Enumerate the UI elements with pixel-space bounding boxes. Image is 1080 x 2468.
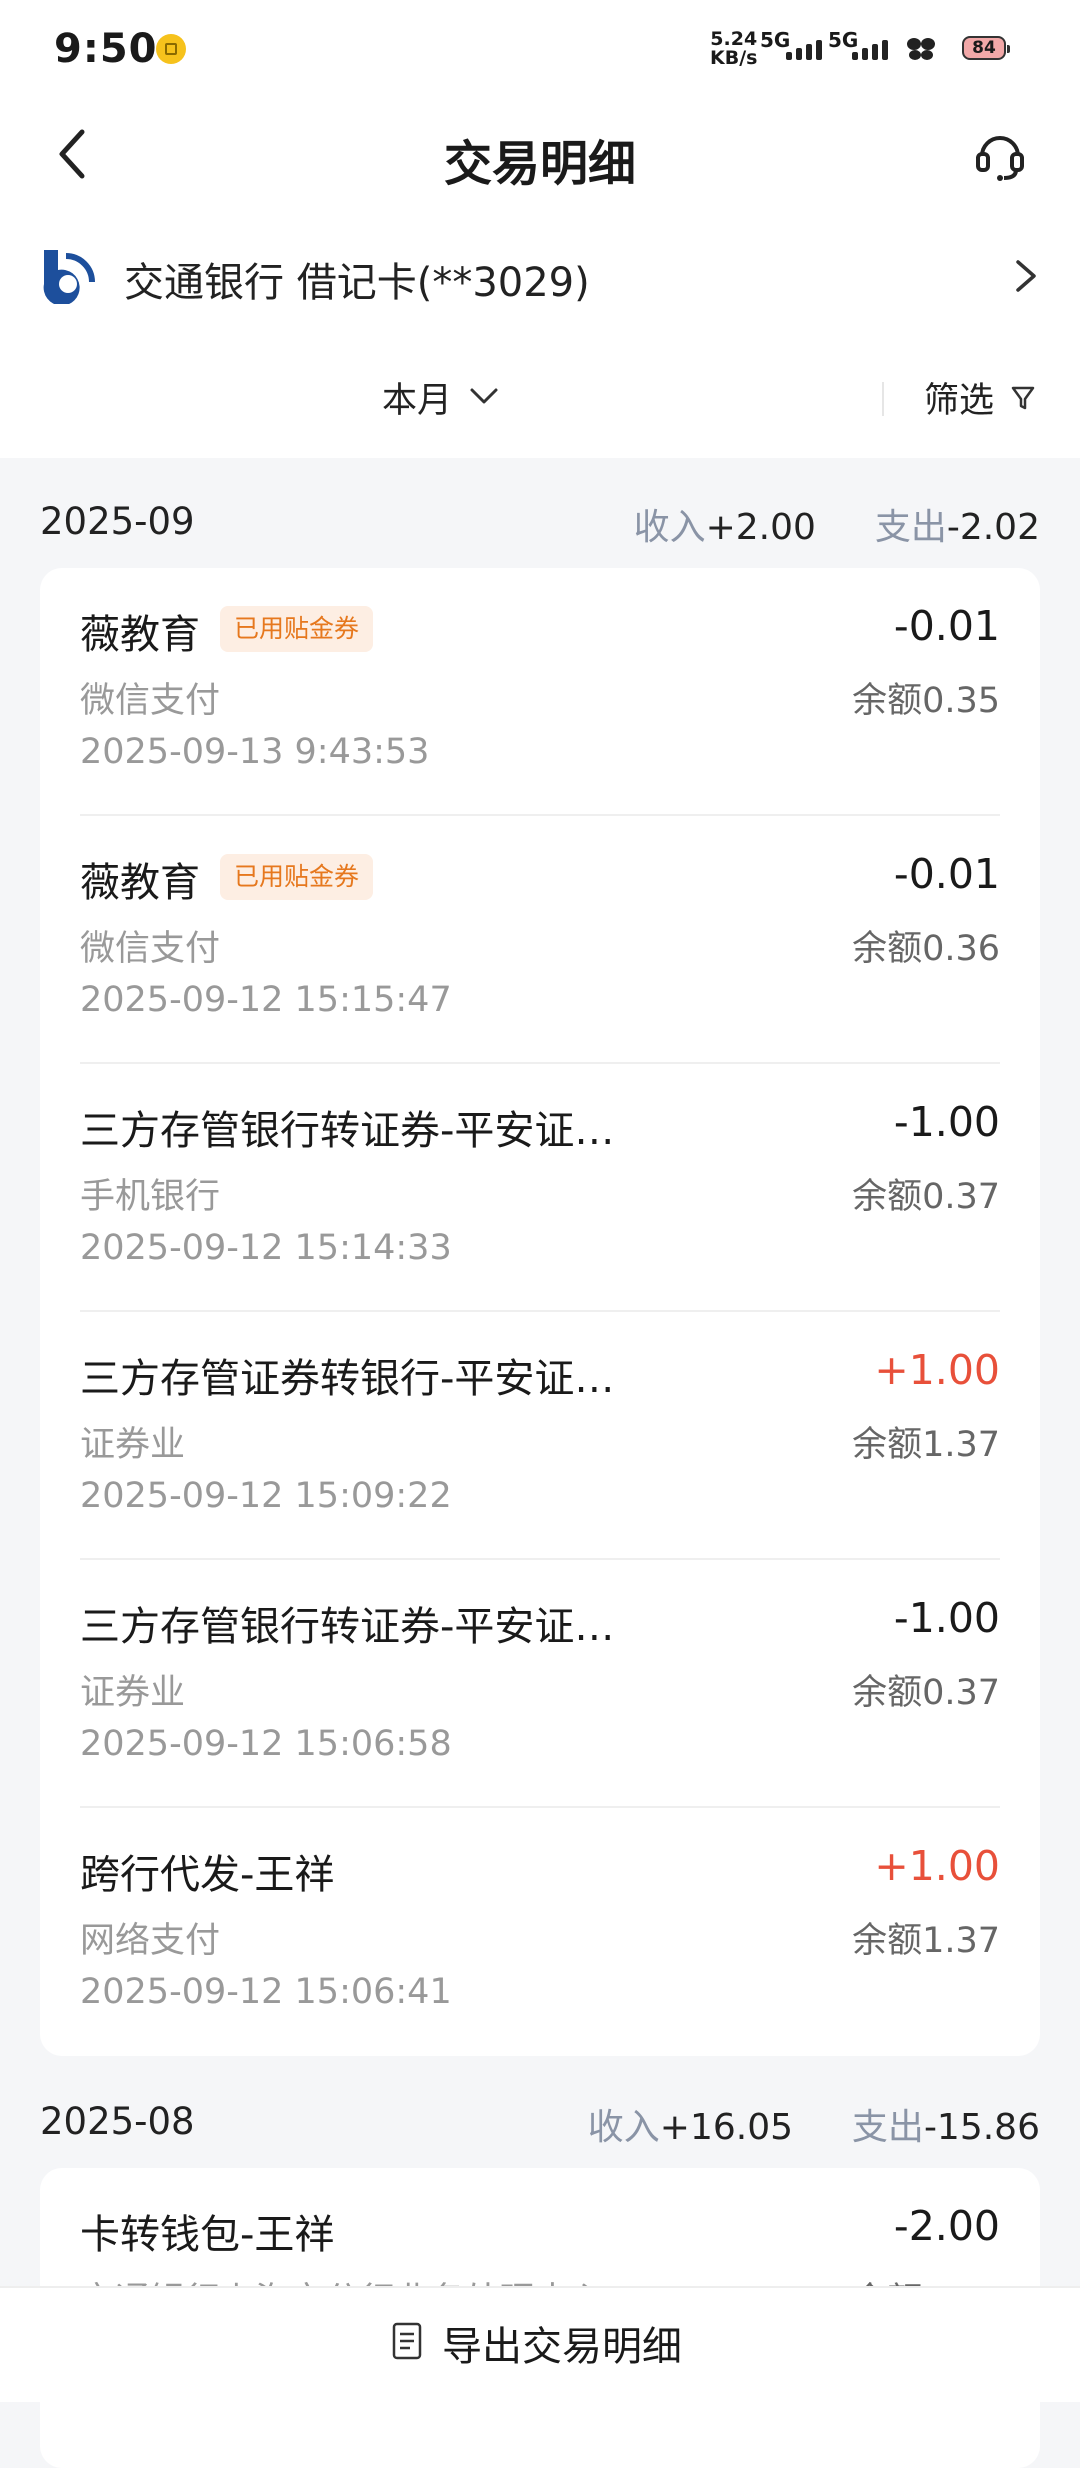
- transaction-time: 2025-09-12 15:06:58: [80, 1724, 452, 1764]
- export-button[interactable]: 导出交易明细: [0, 2286, 1080, 2402]
- transaction-amount: -1.00: [893, 1098, 1000, 1146]
- transaction-row[interactable]: 跨行代发-王祥 网络支付 2025-09-12 15:06:41 +1.00 余…: [40, 1808, 1040, 2056]
- transaction-channel: 微信支付: [80, 929, 221, 969]
- expense-label: 支出: [874, 507, 947, 548]
- transaction-balance: 余额0.37: [852, 1177, 1000, 1217]
- transaction-balance: 余额1.37: [852, 1921, 1000, 1961]
- transaction-row[interactable]: 薇教育 已用贴金券 微信支付 2025-09-13 9:43:53 -0.01 …: [40, 568, 1040, 816]
- transaction-balance: 余额0.37: [852, 1673, 1000, 1713]
- income-label: 收入: [633, 507, 706, 548]
- transaction-list: 薇教育 已用贴金券 微信支付 2025-09-13 9:43:53 -0.01 …: [40, 568, 1040, 2056]
- transaction-name: 卡转钱包-王祥: [80, 2212, 335, 2258]
- transaction-name: 三方存管银行转证券-平安证…: [80, 1604, 615, 1650]
- battery-icon: 84: [962, 36, 1010, 60]
- transaction-channel: 证券业: [80, 1673, 186, 1713]
- notification-icon: [156, 34, 186, 64]
- transaction-time: 2025-09-12 15:09:22: [80, 1476, 452, 1516]
- transaction-amount: -1.00: [893, 1594, 1000, 1642]
- transaction-balance: 余额0.35: [852, 681, 1000, 721]
- filter-button[interactable]: 筛选: [924, 372, 994, 423]
- bank-logo-icon: [43, 250, 95, 304]
- account-name: 交通银行 借记卡(**3029): [124, 260, 590, 306]
- transaction-row[interactable]: 三方存管银行转证券-平安证… 证券业 2025-09-12 15:06:58 -…: [40, 1560, 1040, 1808]
- transaction-channel: 网络支付: [80, 1921, 221, 1961]
- transaction-name: 跨行代发-王祥: [80, 1852, 335, 1898]
- expense-label: 支出: [851, 2107, 924, 2148]
- transaction-amount: +1.00: [874, 1346, 1000, 1394]
- account-selector[interactable]: 交通银行 借记卡(**3029): [0, 236, 1080, 322]
- income-value: +2.00: [705, 507, 816, 548]
- coupon-badge: 已用贴金券: [220, 606, 374, 652]
- transaction-channel: 手机银行: [80, 1177, 221, 1217]
- transaction-name: 薇教育: [80, 612, 200, 658]
- transaction-time: 2025-09-12 15:06:41: [80, 1972, 452, 2012]
- month-totals: 收入+16.05 支出-15.86: [588, 2098, 1040, 2150]
- chevron-down-icon[interactable]: [468, 384, 500, 408]
- transaction-balance: 余额1.37: [852, 1425, 1000, 1465]
- butterfly-icon: [907, 38, 935, 60]
- page-title: 交易明细: [443, 136, 636, 192]
- export-label: 导出交易明细: [442, 2324, 682, 2370]
- transaction-name: 三方存管银行转证券-平安证…: [80, 1108, 615, 1154]
- customer-service-icon[interactable]: [972, 126, 1028, 182]
- transaction-balance: 余额0.36: [852, 929, 1000, 969]
- transaction-channel: 微信支付: [80, 681, 221, 721]
- signal-icon-2: [852, 38, 894, 60]
- month-summary: 2025-09 收入+2.00 支出-2.02: [0, 492, 1080, 552]
- transaction-amount: -0.01: [893, 850, 1000, 898]
- chevron-right-icon: [1016, 260, 1036, 292]
- transaction-time: 2025-09-13 9:43:53: [80, 732, 430, 772]
- month-label: 2025-09: [40, 500, 195, 543]
- transaction-channel: 证券业: [80, 1425, 186, 1465]
- month-summary: 2025-08 收入+16.05 支出-15.86: [0, 2092, 1080, 2152]
- month-totals: 收入+2.00 支出-2.02: [634, 498, 1040, 550]
- expense-value: -15.86: [923, 2107, 1040, 2148]
- transaction-time: 2025-09-12 15:15:47: [80, 980, 452, 1020]
- divider: [882, 382, 884, 416]
- income-label: 收入: [587, 2107, 660, 2148]
- network-speed: 5.24 KB/s: [710, 30, 757, 68]
- transaction-row[interactable]: 三方存管证券转银行-平安证… 证券业 2025-09-12 15:09:22 +…: [40, 1312, 1040, 1560]
- transaction-row[interactable]: 三方存管银行转证券-平安证… 手机银行 2025-09-12 15:14:33 …: [40, 1064, 1040, 1312]
- transaction-name: 薇教育: [80, 860, 200, 906]
- period-selector[interactable]: 本月: [382, 372, 452, 423]
- status-time: 9:50: [54, 26, 158, 72]
- coupon-badge: 已用贴金券: [220, 854, 374, 900]
- transaction-time: 2025-09-12 15:14:33: [80, 1228, 452, 1268]
- filter-funnel-icon[interactable]: [1010, 384, 1036, 412]
- speed-unit: KB/s: [710, 47, 758, 69]
- transaction-amount: -0.01: [893, 602, 1000, 650]
- transaction-amount: -2.00: [893, 2202, 1000, 2250]
- transaction-amount: +1.00: [874, 1842, 1000, 1890]
- income-value: +16.05: [659, 2107, 794, 2148]
- month-label: 2025-08: [40, 2100, 195, 2143]
- expense-value: -2.02: [946, 507, 1040, 548]
- status-bar: 9:50 5.24 KB/s 5G 5G 84: [0, 0, 1080, 96]
- signal-icon: [786, 38, 828, 60]
- transaction-row[interactable]: 薇教育 已用贴金券 微信支付 2025-09-12 15:15:47 -0.01…: [40, 816, 1040, 1064]
- transaction-name: 三方存管证券转银行-平安证…: [80, 1356, 615, 1402]
- document-icon: [392, 2322, 422, 2360]
